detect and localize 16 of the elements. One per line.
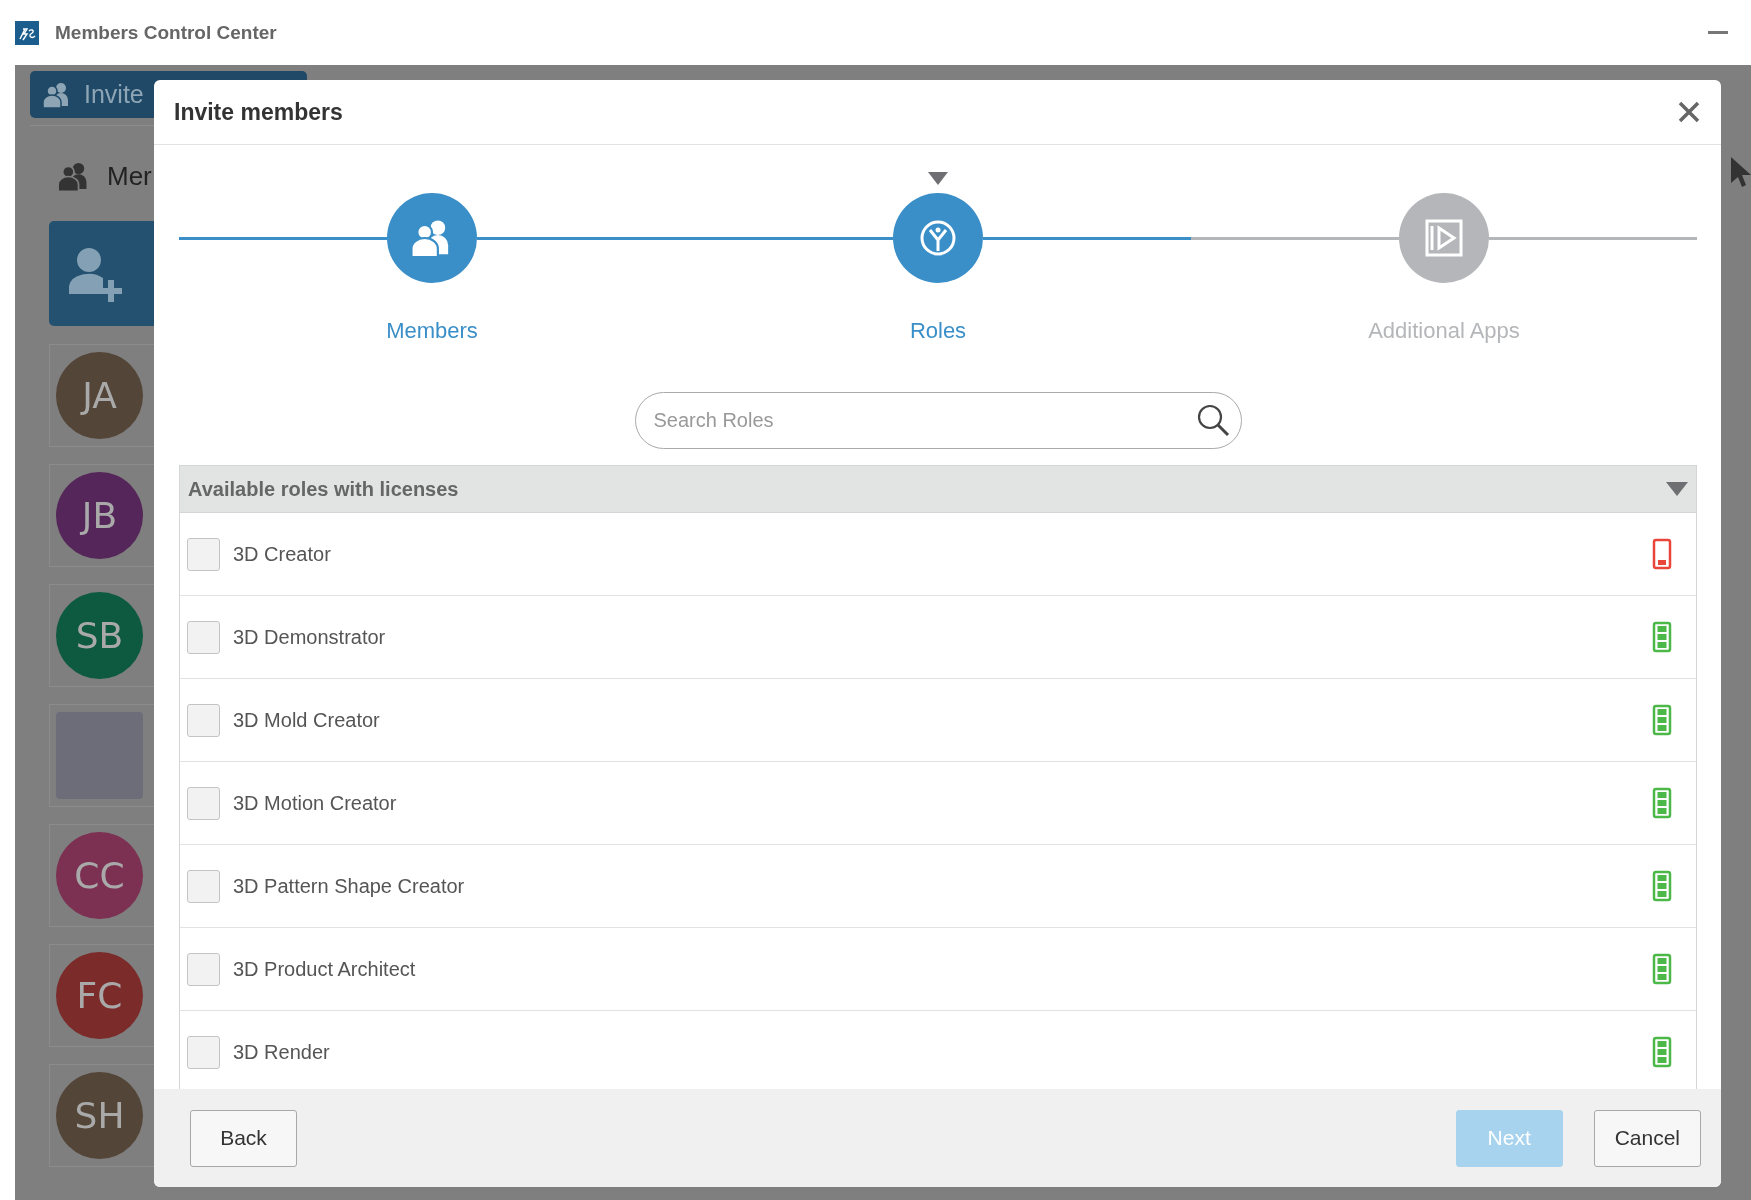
dialog-title: Invite members [174,98,343,126]
role-name: 3D Motion Creator [233,791,398,815]
role-name: 3D Mold Creator [233,708,381,732]
role-name: 3D Demonstrator [233,625,387,649]
role-name: 3D Creator [233,542,332,566]
avatar: FC [56,952,143,1039]
avatar: SB [56,592,143,679]
avatar: JA [56,352,143,439]
role-name: 3D Product Architect [233,957,417,981]
role-name: 3D Pattern Shape Creator [233,874,466,898]
avatar: JB [56,472,143,559]
avatar: SH [56,1072,143,1159]
role-name: 3D Render [233,1040,331,1064]
members-heading: Mer [107,161,152,192]
app-title: Members Control Center [55,21,278,44]
avatar: CC [56,832,143,919]
